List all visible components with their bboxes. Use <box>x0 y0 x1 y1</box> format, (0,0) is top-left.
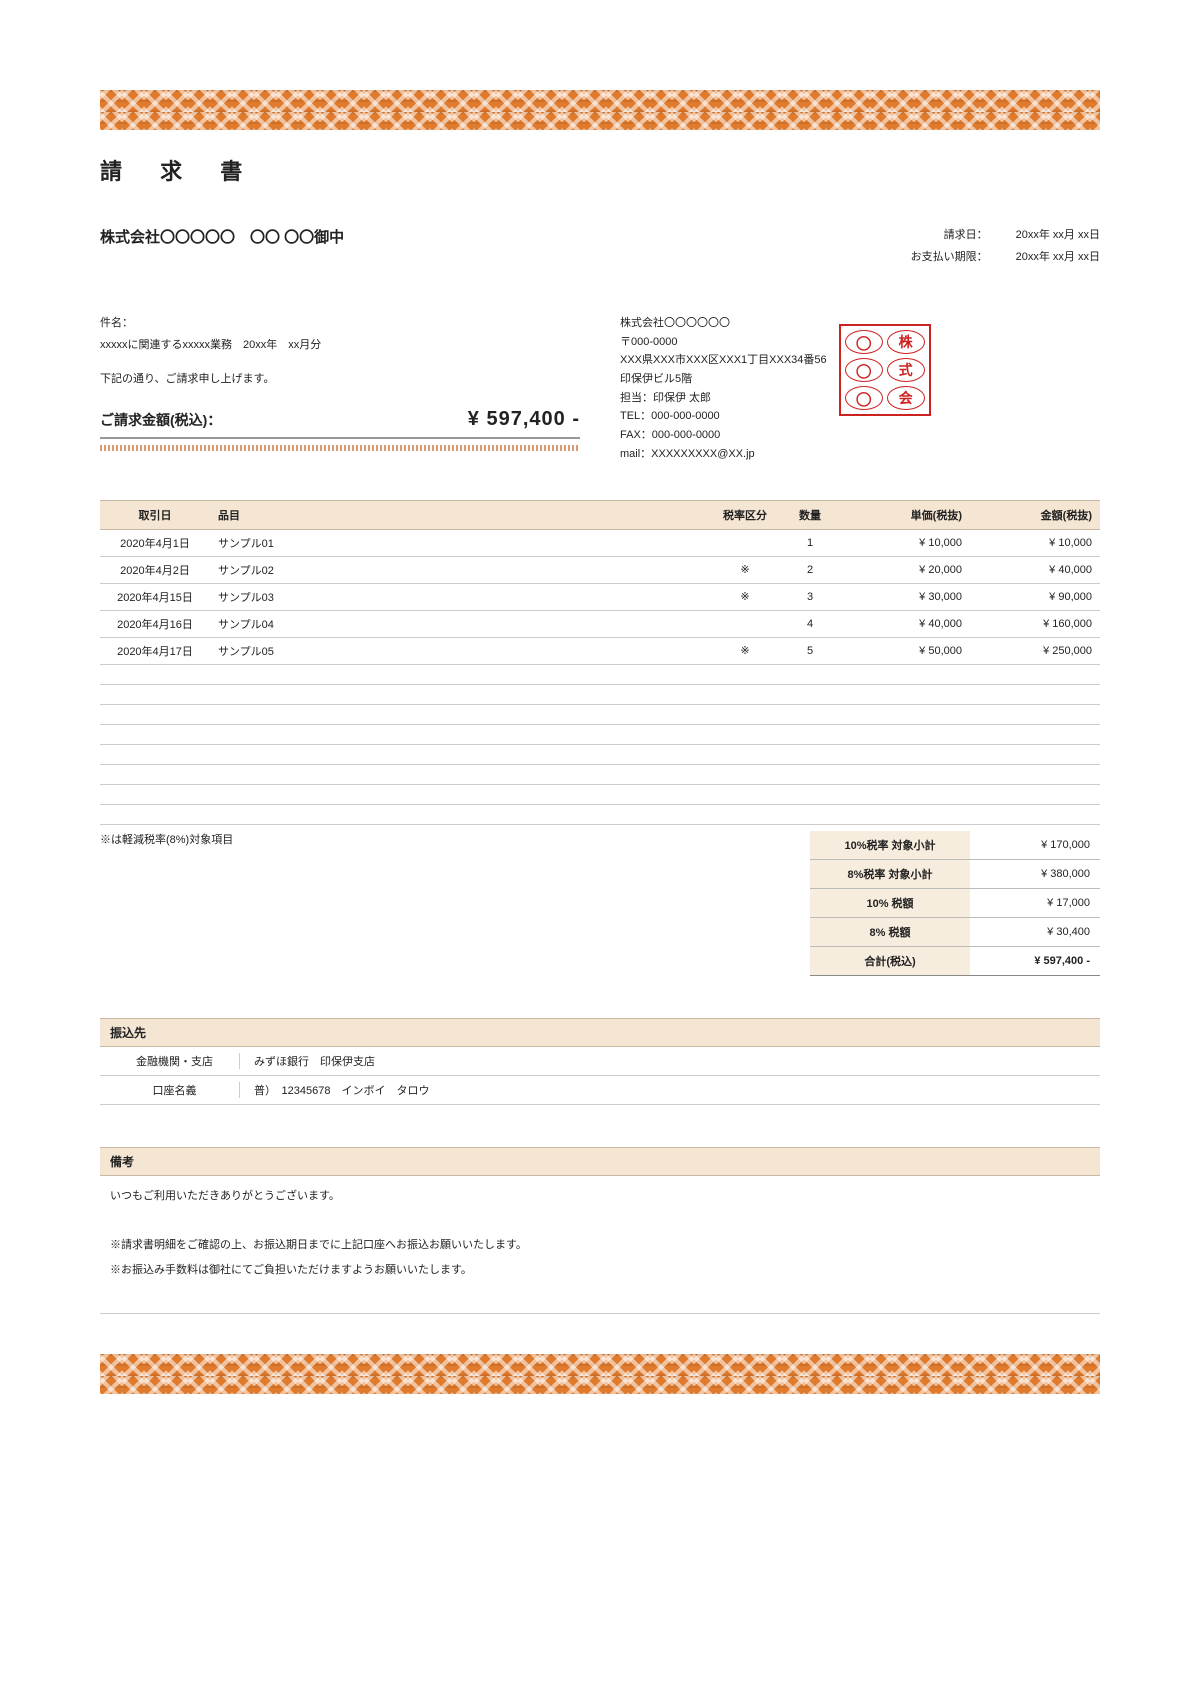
table-row-empty <box>100 764 1100 784</box>
sender-company: 株式会社〇〇〇〇〇〇 <box>620 314 827 333</box>
table-row: 2020年4月2日サンプル02※2¥ 20,000¥ 40,000 <box>100 556 1100 583</box>
sender-address: XXX県XXX市XXX区XXX1丁目XXX34番56 <box>620 351 827 370</box>
intro-text: 下記の通り、ご請求申し上げます。 <box>100 370 580 386</box>
tax-note: ※は軽減税率(8%)対象項目 <box>100 831 233 976</box>
client-name: 株式会社〇〇〇〇〇 〇〇 〇〇御中 <box>100 226 344 247</box>
col-item: 品目 <box>210 500 710 529</box>
total-value: ¥ 597,400 - <box>468 408 580 431</box>
sender-contact: 担当：印保伊 太郎 <box>620 389 827 408</box>
col-qty: 数量 <box>780 500 840 529</box>
col-unit: 単価(税抜) <box>840 500 970 529</box>
bank-row: 口座名義普） 12345678 インボイ タロウ <box>100 1076 1100 1105</box>
table-row: 2020年4月1日サンプル011¥ 10,000¥ 10,000 <box>100 529 1100 556</box>
divider-dotted <box>100 445 580 451</box>
date-block: 請求日： 20xx年 xx月 xx日 お支払い期限： 20xx年 xx月 xx日 <box>911 226 1100 264</box>
issue-date-label: 請求日： <box>911 226 988 242</box>
col-amt: 金額(税抜) <box>970 500 1100 529</box>
decorative-band-top <box>100 90 1100 130</box>
summary-table: 10%税率 対象小計¥ 170,0008%税率 対象小計¥ 380,00010%… <box>810 831 1100 976</box>
table-row-empty <box>100 784 1100 804</box>
bank-header: 振込先 <box>100 1018 1100 1047</box>
sender-tel: TEL：000-000-0000 <box>620 407 827 426</box>
issue-date-value: 20xx年 xx月 xx日 <box>1016 226 1100 242</box>
table-row-empty <box>100 804 1100 824</box>
subject-value: xxxxxに関連するxxxxx業務 20xx年 xx月分 <box>100 336 580 352</box>
due-date-label: お支払い期限： <box>911 248 988 264</box>
table-row-empty <box>100 664 1100 684</box>
table-row-empty <box>100 744 1100 764</box>
sender-building: 印保伊ビル5階 <box>620 370 827 389</box>
notes-block: いつもご利用いただきありがとうございます。 ※請求書明細をご確認の上、お振込期日… <box>100 1176 1100 1315</box>
subject-label: 件名： <box>100 314 580 330</box>
decorative-band-bottom <box>100 1354 1100 1394</box>
sender-mail: mail：XXXXXXXXX@XX.jp <box>620 445 827 464</box>
document-title: 請 求 書 <box>100 154 1100 186</box>
table-row: 2020年4月17日サンプル05※5¥ 50,000¥ 250,000 <box>100 637 1100 664</box>
company-seal-icon: ◯ 株 ◯ 式 ◯ 会 <box>839 324 931 416</box>
table-row: 2020年4月16日サンプル044¥ 40,000¥ 160,000 <box>100 610 1100 637</box>
col-date: 取引日 <box>100 500 210 529</box>
notes-header: 備考 <box>100 1147 1100 1176</box>
due-date-value: 20xx年 xx月 xx日 <box>1016 248 1100 264</box>
table-row-empty <box>100 684 1100 704</box>
sender-postal: 〒000-0000 <box>620 333 827 352</box>
sender-block: 株式会社〇〇〇〇〇〇 〒000-0000 XXX県XXX市XXX区XXX1丁目X… <box>620 314 827 464</box>
line-items-table: 取引日 品目 税率区分 数量 単価(税抜) 金額(税抜) 2020年4月1日サン… <box>100 500 1100 825</box>
col-tax: 税率区分 <box>710 500 780 529</box>
bank-row: 金融機関・支店みずほ銀行 印保伊支店 <box>100 1047 1100 1076</box>
table-row-empty <box>100 724 1100 744</box>
total-label: ご請求金額(税込)： <box>100 410 221 430</box>
table-row: 2020年4月15日サンプル03※3¥ 30,000¥ 90,000 <box>100 583 1100 610</box>
table-row-empty <box>100 704 1100 724</box>
sender-fax: FAX：000-000-0000 <box>620 426 827 445</box>
